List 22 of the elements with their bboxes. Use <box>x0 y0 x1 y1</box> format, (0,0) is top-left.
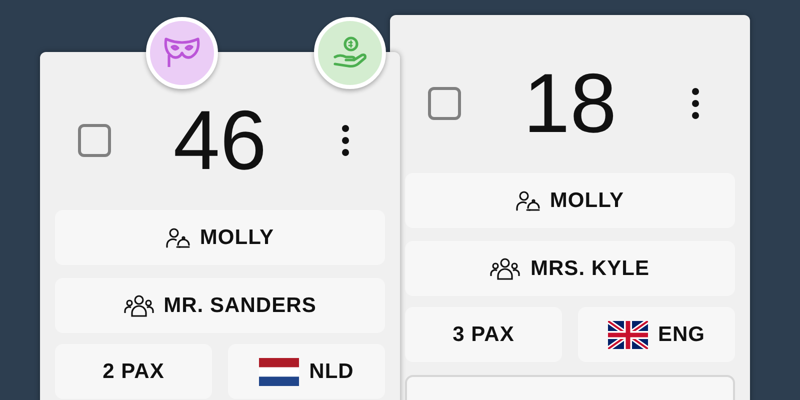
waiter-name: MOLLY <box>550 188 624 214</box>
more-menu-icon[interactable] <box>342 124 349 156</box>
more-menu-icon[interactable] <box>692 88 699 118</box>
group-icon <box>490 256 520 280</box>
language-code: ENG <box>658 322 706 348</box>
waiter-icon <box>516 190 540 212</box>
waiter-name: MOLLY <box>200 224 274 251</box>
language-code: NLD <box>309 358 354 385</box>
table-number: 46 <box>173 98 267 182</box>
mask-icon <box>163 36 201 70</box>
flag-icon <box>608 320 648 348</box>
checkbox[interactable] <box>78 124 111 156</box>
pax-count: 3 PAX <box>452 322 514 348</box>
money-hand-icon <box>332 36 368 70</box>
group-icon <box>124 294 154 318</box>
guest-name: MRS. KYLE <box>530 256 650 282</box>
flag-icon <box>259 358 300 386</box>
table-number: 18 <box>523 61 617 145</box>
guest-name: MR. SANDERS <box>164 292 316 319</box>
pax-count: 2 PAX <box>102 358 164 385</box>
waiter-icon <box>166 226 190 248</box>
checkbox[interactable] <box>428 86 461 120</box>
